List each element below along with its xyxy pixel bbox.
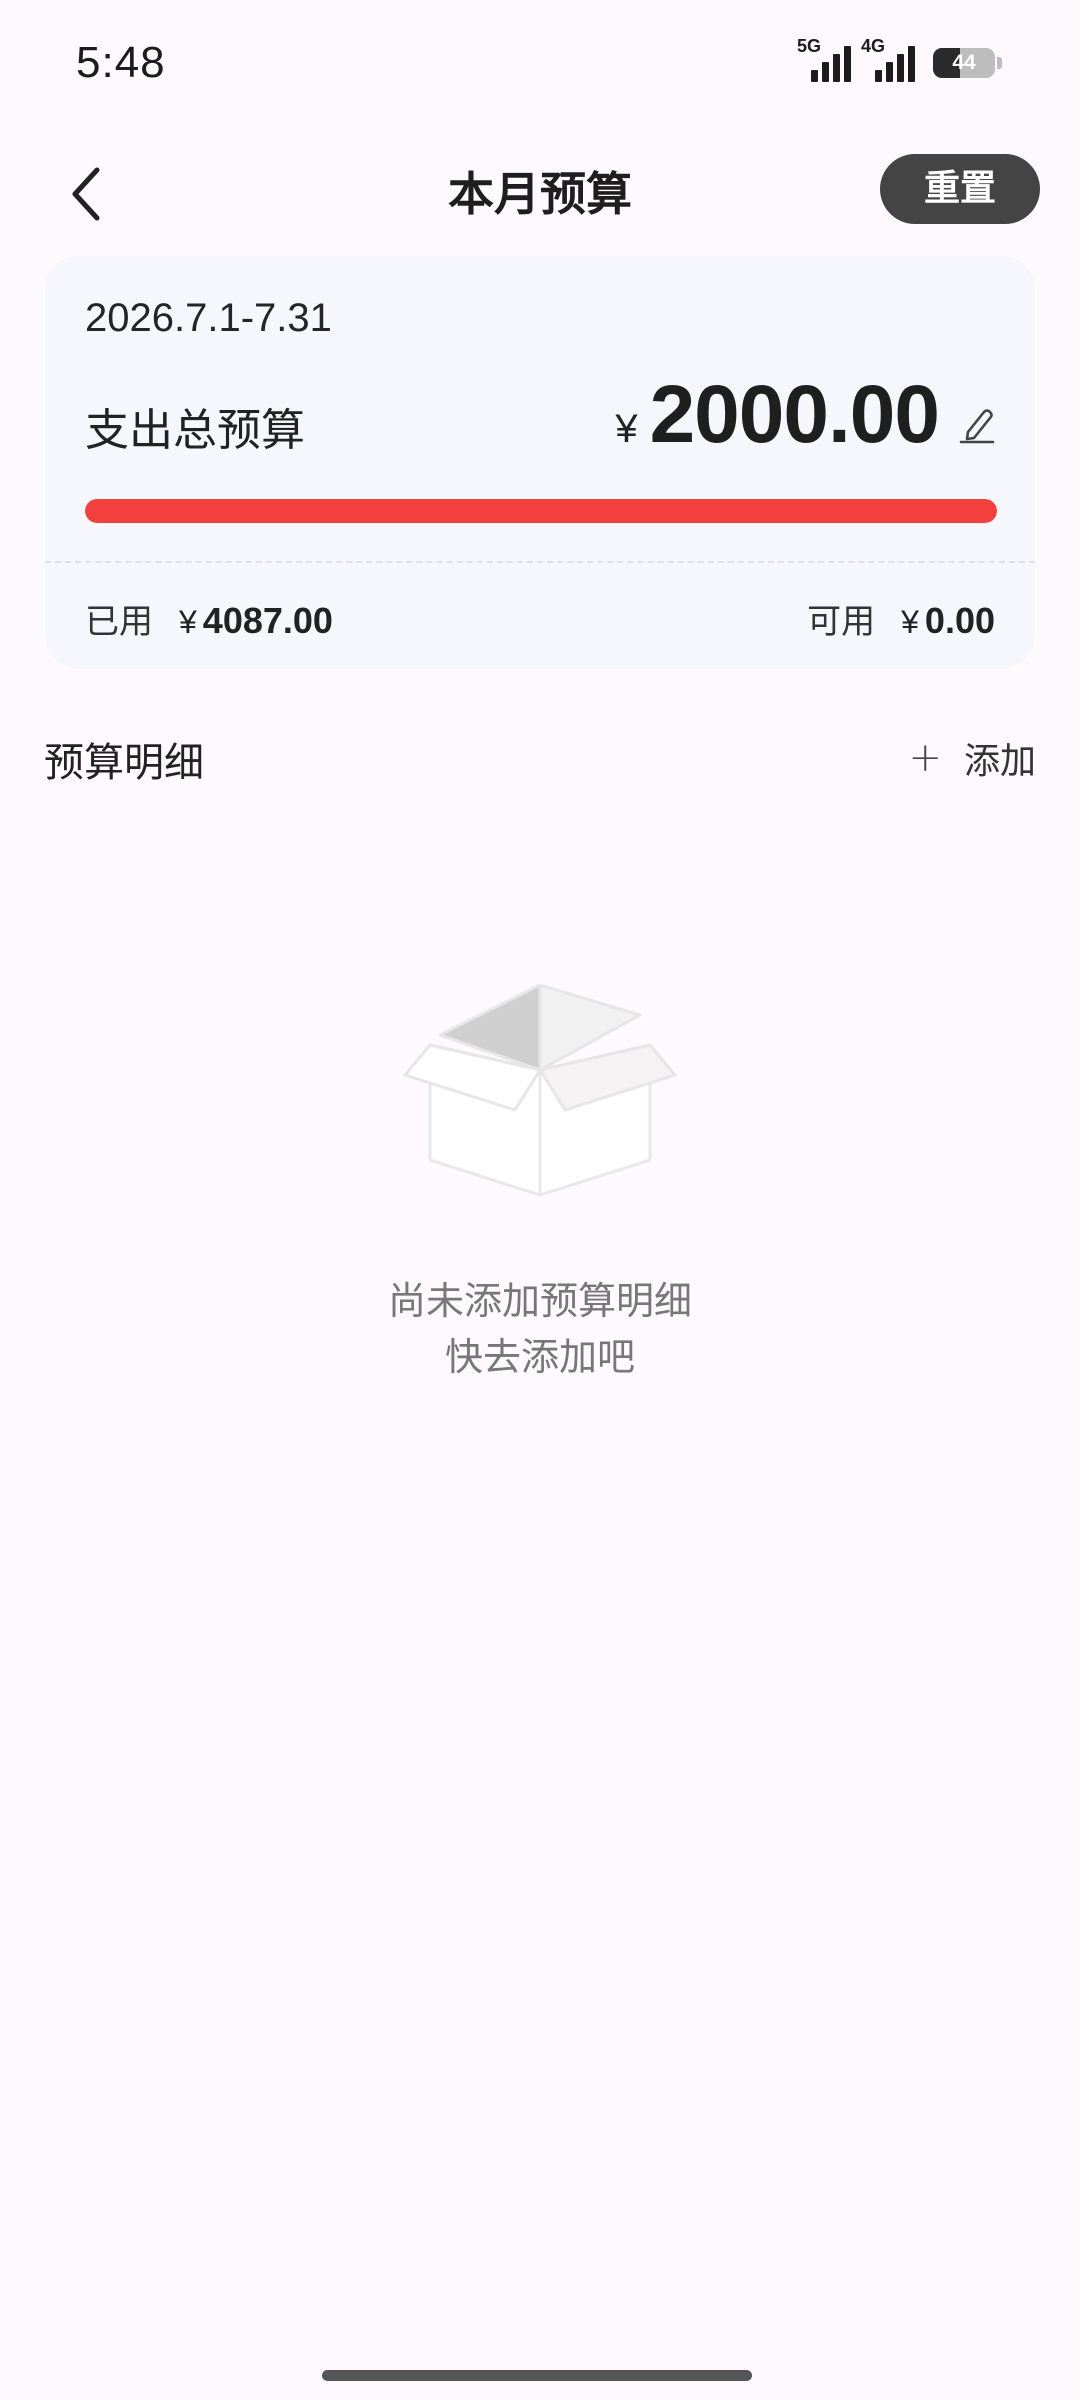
add-budget-button[interactable]: + 添加 bbox=[908, 732, 1036, 784]
home-indicator[interactable] bbox=[322, 2370, 752, 2381]
used-currency: ¥ bbox=[179, 604, 197, 640]
status-bar: 5:48 5G 4G 44 bbox=[0, 0, 1080, 130]
signal-5g-icon: 5G bbox=[797, 36, 851, 82]
available-amount: 可用 ¥ 0.00 bbox=[807, 594, 995, 643]
total-budget-amount: ¥ 2000.00 bbox=[615, 368, 995, 462]
budget-details-title: 预算明细 bbox=[44, 740, 204, 786]
battery-cap bbox=[997, 57, 1002, 69]
card-divider bbox=[45, 561, 1035, 563]
budget-progress-bar bbox=[85, 499, 997, 523]
status-time: 5:48 bbox=[76, 38, 166, 87]
empty-hint: 快去添加吧 bbox=[444, 1335, 635, 1379]
battery-level: 44 bbox=[952, 51, 976, 74]
currency-symbol: ¥ bbox=[615, 407, 638, 451]
available-label: 可用 bbox=[807, 602, 876, 642]
battery-icon: 44 bbox=[933, 48, 995, 78]
used-value: 4087.00 bbox=[202, 600, 333, 641]
network-label-4g: 4G bbox=[861, 36, 886, 56]
empty-box-icon bbox=[403, 983, 677, 1197]
used-amount: 已用 ¥ 4087.00 bbox=[85, 594, 333, 643]
used-label: 已用 bbox=[85, 602, 153, 642]
budget-progress-fill bbox=[85, 499, 997, 523]
empty-message: 尚未添加预算明细 bbox=[387, 1279, 692, 1323]
reset-button[interactable]: 重置 bbox=[880, 154, 1040, 224]
pencil-icon[interactable] bbox=[959, 404, 995, 444]
date-range: 2026.7.1-7.31 bbox=[85, 296, 332, 340]
network-label-5g: 5G bbox=[797, 36, 822, 56]
total-budget-label: 支出总预算 bbox=[85, 405, 305, 456]
header: 本月预算 重置 bbox=[0, 140, 1080, 250]
available-currency: ¥ bbox=[901, 604, 919, 640]
available-value: 0.00 bbox=[924, 600, 995, 641]
add-label: 添加 bbox=[963, 741, 1036, 782]
budget-card: 2026.7.1-7.31 支出总预算 ¥ 2000.00 已用 ¥ 4087.… bbox=[45, 256, 1035, 669]
signal-4g-icon: 4G bbox=[861, 36, 915, 82]
status-icons: 5G 4G 44 bbox=[797, 36, 1002, 82]
plus-icon: + bbox=[908, 735, 942, 781]
total-budget-value: 2000.00 bbox=[649, 369, 940, 460]
